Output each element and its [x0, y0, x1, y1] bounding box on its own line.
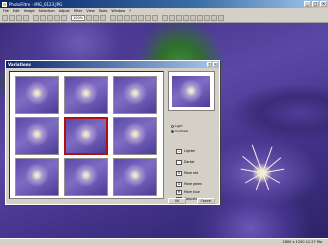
frame-icon[interactable]	[197, 15, 203, 21]
crop-icon[interactable]	[190, 15, 196, 21]
minus-icon: -	[176, 159, 182, 165]
variation-thumb[interactable]	[64, 158, 108, 196]
variations-grid	[9, 71, 164, 199]
dialog-title: Variations	[6, 61, 219, 68]
variation-thumb-current[interactable]	[64, 117, 108, 155]
filter-icon[interactable]	[211, 15, 217, 21]
preview-panel	[168, 71, 215, 111]
menu-filter[interactable]: Filter	[74, 9, 83, 13]
menu-image[interactable]: Image	[24, 9, 35, 13]
new-file-icon[interactable]	[2, 15, 8, 21]
plus-icon: +	[176, 148, 182, 154]
copy-icon[interactable]	[40, 15, 46, 21]
status-text: 1800 x 1200 12.27 Mo	[282, 240, 322, 244]
sepia-icon[interactable]	[145, 15, 151, 21]
toolbar: 100%	[0, 14, 328, 23]
radio-contrast-label: Contrast	[175, 129, 188, 133]
app-icon	[2, 1, 7, 7]
red-icon: R	[176, 170, 182, 176]
menu-selection[interactable]: Selection	[39, 9, 55, 13]
variation-thumb[interactable]	[15, 117, 59, 155]
radio-light-label: Light	[175, 124, 183, 128]
ok-button[interactable]: OK	[168, 198, 186, 204]
menu-edit[interactable]: Edit	[13, 9, 20, 13]
menu-file[interactable]: File	[3, 9, 9, 13]
cancel-button[interactable]: Cancel	[197, 198, 215, 204]
redo-icon[interactable]	[61, 15, 67, 21]
app-titlebar: PhotoFiltre - IMG_0123.JPG _ □ ×	[0, 0, 328, 8]
menu-tools[interactable]: Tools	[99, 9, 108, 13]
more-blue-label: More blue	[184, 190, 200, 194]
variation-thumb[interactable]	[15, 158, 59, 196]
radio-icon[interactable]	[171, 129, 174, 133]
darker-label: Darker	[184, 160, 195, 164]
variation-thumb[interactable]	[64, 76, 108, 114]
green-icon: G	[176, 181, 182, 187]
variations-dialog: Variations ? × Light Contrast + Lighter …	[5, 60, 220, 205]
grayscale-icon[interactable]	[138, 15, 144, 21]
open-file-icon[interactable]	[9, 15, 15, 21]
gamma-icon[interactable]	[131, 15, 137, 21]
variation-thumb[interactable]	[15, 76, 59, 114]
brightness-icon[interactable]	[110, 15, 116, 21]
text-icon[interactable]	[204, 15, 210, 21]
menu-adjust[interactable]: Adjust	[59, 9, 70, 13]
radio-icon[interactable]	[171, 124, 174, 128]
flip-h-icon[interactable]	[162, 15, 168, 21]
dialog-close-button[interactable]: ×	[213, 62, 218, 67]
contrast-icon[interactable]	[117, 15, 123, 21]
darker-button[interactable]: - Darker	[176, 158, 195, 166]
more-green-label: More green	[184, 182, 203, 186]
save-icon[interactable]	[16, 15, 22, 21]
lighter-label: Lighter	[184, 149, 196, 153]
more-red-label: More red	[184, 171, 199, 175]
print-icon[interactable]	[23, 15, 29, 21]
flip-v-icon[interactable]	[169, 15, 175, 21]
menu-window[interactable]: Window	[111, 9, 125, 13]
minimize-button[interactable]: _	[304, 1, 311, 7]
variation-thumb[interactable]	[113, 117, 157, 155]
radio-contrast[interactable]: Contrast	[171, 129, 188, 133]
blue-icon: B	[176, 189, 182, 195]
radio-light[interactable]: Light	[171, 124, 183, 128]
more-green-button[interactable]: G More green	[176, 180, 202, 188]
close-button[interactable]: ×	[320, 1, 327, 7]
rotate-icon[interactable]	[176, 15, 182, 21]
menu-help[interactable]: ?	[129, 9, 131, 13]
help-icon[interactable]	[218, 15, 224, 21]
resize-icon[interactable]	[183, 15, 189, 21]
window-title: PhotoFiltre - IMG_0123.JPG	[9, 1, 63, 7]
undo-icon[interactable]	[54, 15, 60, 21]
zoom-out-icon[interactable]	[93, 15, 99, 21]
preview-image	[172, 76, 210, 107]
lighter-button[interactable]: + Lighter	[176, 147, 195, 155]
cut-icon[interactable]	[33, 15, 39, 21]
negative-icon[interactable]	[152, 15, 158, 21]
more-red-button[interactable]: R More red	[176, 169, 198, 177]
zoom-in-icon[interactable]	[86, 15, 92, 21]
status-bar: 1800 x 1200 12.27 Mo	[0, 238, 328, 246]
variation-thumb[interactable]	[113, 158, 157, 196]
saturation-icon[interactable]	[124, 15, 130, 21]
menu-view[interactable]: View	[86, 9, 94, 13]
paste-icon[interactable]	[47, 15, 53, 21]
fit-icon[interactable]	[100, 15, 106, 21]
maximize-button[interactable]: □	[312, 1, 319, 7]
dialog-help-button[interactable]: ?	[207, 62, 212, 67]
variation-thumb[interactable]	[113, 76, 157, 114]
zoom-select[interactable]: 100%	[71, 15, 85, 21]
